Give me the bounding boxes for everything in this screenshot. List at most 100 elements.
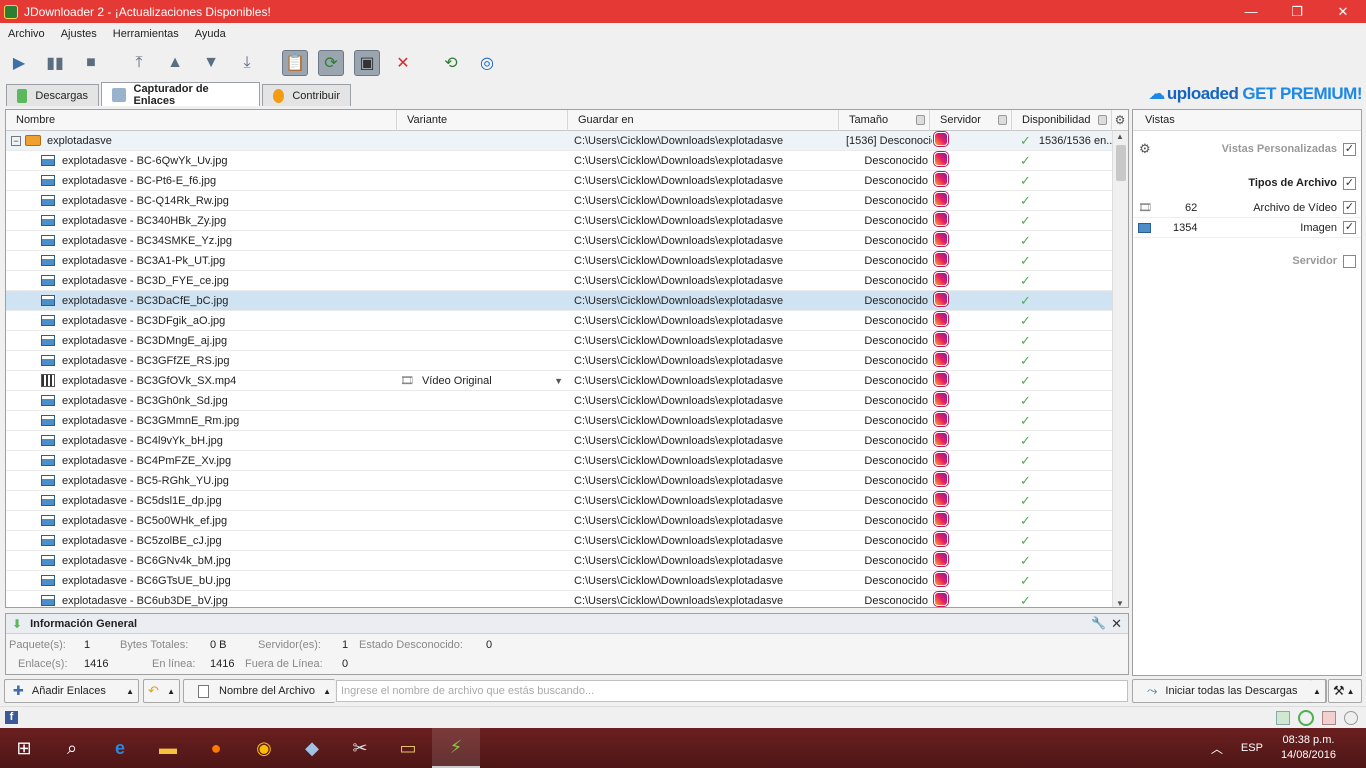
table-row[interactable]: explotadasve - BC-Pt6-E_f6.jpg C:\Users\C…	[6, 171, 1112, 191]
table-row[interactable]: explotadasve - BC-6QwYk_Uv.jpg C:\Users\C…	[6, 151, 1112, 171]
premium-toggle-icon[interactable]: ▣	[354, 49, 380, 76]
clock[interactable]: 08:38 p.m. 14/08/2016	[1281, 733, 1336, 763]
menu-ayuda[interactable]: Ayuda	[187, 28, 234, 40]
col-nombre[interactable]: Nombre	[6, 110, 397, 131]
tray-icon-1[interactable]	[1276, 711, 1290, 725]
silent-mode-icon[interactable]: ✕	[390, 50, 416, 76]
auto-reconnect-icon[interactable]: ⟳	[318, 49, 344, 76]
col-servidor[interactable]: Servidor	[930, 110, 1012, 131]
tab-capturador[interactable]: Capturador de Enlaces	[101, 82, 260, 107]
update-icon[interactable]: ◎	[474, 50, 500, 76]
filter-video-row[interactable]: 🎞 62 Archivo de Vídeo ✓	[1133, 198, 1361, 218]
close-icon[interactable]: ✕	[1320, 0, 1366, 23]
custom-views-row[interactable]: ⚙ Vistas Personalizadas ✓	[1133, 138, 1361, 160]
start-all-downloads-button[interactable]: ⤳ Iniciar todas las Descargas	[1132, 679, 1327, 703]
table-row[interactable]: explotadasve - BC3DFgik_aO.jpg C:\Users\C…	[6, 311, 1112, 331]
table-row[interactable]: explotadasve - BC3A1-Pk_UT.jpg C:\Users\C…	[6, 251, 1112, 271]
package-row[interactable]: − explotadasve C:\Users\Cicklow\Download…	[6, 131, 1112, 151]
windows-start-icon[interactable]: ⊞	[0, 728, 48, 768]
scroll-thumb[interactable]	[1116, 145, 1126, 181]
language-indicator[interactable]: ESP	[1241, 742, 1263, 754]
app-icon-2[interactable]: ✂	[336, 728, 384, 768]
edge-icon[interactable]: e	[96, 728, 144, 768]
menu-ajustes[interactable]: Ajustes	[53, 28, 105, 40]
start-options-button[interactable]: ▲	[1310, 679, 1326, 703]
chrome-icon[interactable]: ◉	[240, 728, 288, 768]
scroll-down-icon[interactable]: ▼	[1116, 599, 1124, 607]
dropdown-arrow-icon[interactable]: ▲	[126, 687, 134, 696]
move-top-icon[interactable]: ⤒	[126, 50, 152, 76]
table-row[interactable]: explotadasve - BC5zolBE_cJ.jpg C:\Users\C…	[6, 531, 1112, 551]
table-row[interactable]: explotadasve - BC5dsl1E_dp.jpg C:\Users\C…	[6, 491, 1112, 511]
table-row[interactable]: explotadasve - BC340HBk_Zy.jpg C:\Users\C…	[6, 211, 1112, 231]
start-icon[interactable]: ▶	[6, 50, 32, 76]
tray-icon-2[interactable]	[1298, 710, 1314, 726]
col-tamano[interactable]: Tamaño	[839, 110, 930, 131]
firefox-icon[interactable]: ●	[192, 728, 240, 768]
table-row[interactable]: explotadasve - BC6GTsUE_bU.jpg C:\Users\C…	[6, 571, 1112, 591]
filetypes-checkbox[interactable]: ✓	[1343, 176, 1356, 190]
reconnect-icon[interactable]: ⟲	[438, 50, 464, 76]
server-filter-row[interactable]: Servidor	[1133, 250, 1361, 272]
filetypes-row[interactable]: Tipos de Archivo ✓	[1133, 172, 1361, 194]
uploaded-premium-banner[interactable]: ☁ uploaded GET PREMIUM!	[1148, 83, 1362, 105]
tab-contribuir[interactable]: Contribuir	[262, 84, 351, 106]
table-row[interactable]: explotadasve - BC3GfOVk_SX.mp4 🎞 Vídeo Ori…	[6, 371, 1112, 391]
move-down-icon[interactable]: ▼	[198, 50, 224, 76]
app-icon-3[interactable]: ▭	[384, 728, 432, 768]
col-variante[interactable]: Variante	[397, 110, 568, 131]
table-row[interactable]: explotadasve - BC3GFfZE_RS.jpg C:\Users\C…	[6, 351, 1112, 371]
table-row[interactable]: explotadasve - BC3D_FYE_ce.jpg C:\Users\C…	[6, 271, 1112, 291]
table-row[interactable]: explotadasve - BC6ub3DE_bV.jpg C:\Users\C…	[6, 591, 1112, 607]
col-guardar[interactable]: Guardar en	[568, 110, 839, 131]
clear-list-button[interactable]: ↶ ▲	[143, 679, 180, 703]
column-settings-icon[interactable]: ⚙	[1113, 113, 1127, 127]
collapse-icon[interactable]: −	[11, 135, 21, 146]
table-row[interactable]: explotadasve - BC3GMmnE_Rm.jpg C:\Users\C…	[6, 411, 1112, 431]
settings-tools-button[interactable]: ⚒ ▲	[1328, 679, 1362, 703]
table-row[interactable]: explotadasve - BC3DaCfE_bC.jpg C:\Users\C…	[6, 291, 1112, 311]
variant-cell[interactable]: 🎞 Vídeo Original ▼	[397, 374, 568, 388]
table-row[interactable]: explotadasve - BC3Gh0nk_Sd.jpg C:\Users\C…	[6, 391, 1112, 411]
table-row[interactable]: explotadasve - BC5-RGhk_YU.jpg C:\Users\C…	[6, 471, 1112, 491]
scroll-up-icon[interactable]: ▲	[1116, 132, 1124, 141]
video-checkbox[interactable]: ✓	[1343, 201, 1356, 214]
col-disponibilidad[interactable]: Disponibilidad	[1012, 110, 1112, 131]
chevron-up-icon[interactable]: ︿	[1211, 740, 1223, 757]
filename-search-input[interactable]: Ingrese el nombre de archivo que estás b…	[336, 680, 1128, 702]
menu-archivo[interactable]: Archivo	[0, 28, 53, 40]
tab-descargas[interactable]: Descargas	[6, 84, 99, 106]
table-row[interactable]: explotadasve - BC4l9vYk_bH.jpg C:\Users\C…	[6, 431, 1112, 451]
custom-views-checkbox[interactable]: ✓	[1343, 142, 1356, 156]
table-row[interactable]: explotadasve - BC4PmFZE_Xv.jpg C:\Users\C…	[6, 451, 1112, 471]
dropdown-arrow-icon[interactable]: ▲	[167, 687, 175, 696]
clipboard-monitor-icon[interactable]: 📋	[282, 49, 308, 76]
wrench-icon[interactable]: 🔧	[1091, 616, 1106, 630]
variant-dropdown-icon[interactable]: ▼	[554, 376, 563, 386]
filter-image-row[interactable]: 1354 Imagen ✓	[1133, 218, 1361, 238]
stop-icon[interactable]: ■	[78, 50, 104, 76]
tray-icon-4[interactable]	[1344, 711, 1358, 725]
pause-icon[interactable]: ▮▮	[42, 50, 68, 76]
table-row[interactable]: explotadasve - BC6GNv4k_bM.jpg C:\Users\C…	[6, 551, 1112, 571]
move-up-icon[interactable]: ▲	[162, 50, 188, 76]
vertical-scrollbar[interactable]: ▲ ▼	[1112, 131, 1128, 607]
filename-filter-select[interactable]: Nombre del Archivo ▲	[183, 679, 335, 703]
close-panel-icon[interactable]: ✕	[1111, 616, 1122, 632]
maximize-icon[interactable]: ❐	[1274, 0, 1320, 23]
move-bottom-icon[interactable]: ⤓	[234, 50, 260, 76]
table-row[interactable]: explotadasve - BC34SMKE_Yz.jpg C:\Users\C…	[6, 231, 1112, 251]
table-row[interactable]: explotadasve - BC5o0WHk_ef.jpg C:\Users\C…	[6, 511, 1112, 531]
jdownloader-taskbar-icon[interactable]: ⚡	[432, 728, 480, 768]
minimize-icon[interactable]: —	[1228, 0, 1274, 23]
facebook-icon[interactable]: f	[5, 711, 18, 724]
add-links-button[interactable]: ✚ Añadir Enlaces ▲	[4, 679, 139, 703]
file-explorer-icon[interactable]: ▬	[144, 728, 192, 768]
app-icon-1[interactable]: ◆	[288, 728, 336, 768]
table-row[interactable]: explotadasve - BC3DMngE_aj.jpg C:\Users\C…	[6, 331, 1112, 351]
table-row[interactable]: explotadasve - BC-Q14Rk_Rw.jpg C:\Users\C…	[6, 191, 1112, 211]
search-icon[interactable]: ⌕	[48, 728, 96, 768]
server-checkbox[interactable]	[1343, 254, 1356, 268]
menu-herramientas[interactable]: Herramientas	[105, 28, 187, 40]
image-checkbox[interactable]: ✓	[1343, 221, 1356, 234]
